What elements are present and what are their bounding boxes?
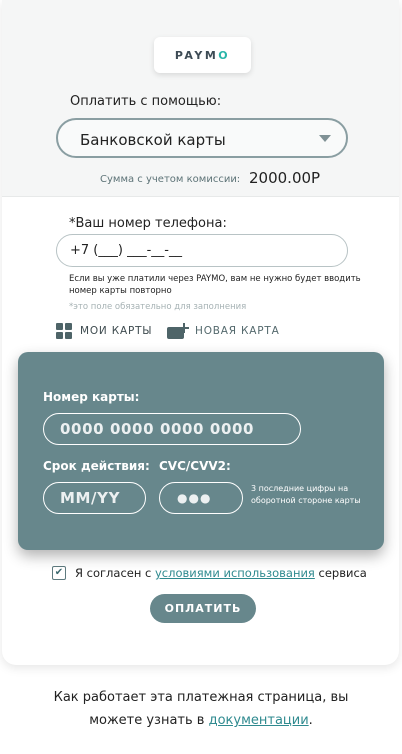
add-card-icon <box>167 323 189 339</box>
cvc-hint: 3 последние цифры на оборотной стороне к… <box>251 484 361 505</box>
card-number-input[interactable]: 0000 0000 0000 0000 <box>43 413 301 445</box>
pay-with-label: Оплатить с помощью: <box>70 94 222 109</box>
pay-button[interactable]: ОПЛАТИТЬ <box>150 594 256 623</box>
expiry-label: Срок действия: <box>43 459 150 473</box>
documentation-link[interactable]: документации <box>209 713 309 728</box>
card-details-panel: Номер карты: 0000 0000 0000 0000 Срок де… <box>18 352 384 550</box>
phone-input[interactable]: +7 (___) ___-__-__ <box>56 234 348 267</box>
grid-icon <box>56 323 72 339</box>
chevron-down-icon <box>319 135 331 142</box>
tab-new-card[interactable]: НОВАЯ КАРТА <box>167 323 280 339</box>
agreement-row: ✔ Я согласен с условиями использования с… <box>52 566 367 580</box>
total-amount: 2000.00Р <box>249 169 321 187</box>
tab-my-cards-label: МОИ КАРТЫ <box>80 325 153 337</box>
tab-new-card-label: НОВАЯ КАРТА <box>195 325 280 337</box>
tab-my-cards[interactable]: МОИ КАРТЫ <box>56 323 152 339</box>
required-note: *это поле обязательно для заполнения <box>69 302 247 312</box>
payment-method-value: Банковской карты <box>80 131 226 149</box>
expiry-input[interactable]: MM/YY <box>43 482 146 514</box>
checkmark-icon: ✔ <box>54 567 64 578</box>
payment-method-section: PAYMO Оплатить с помощью: Банковской кар… <box>2 0 399 197</box>
cvc-input[interactable]: ●●● <box>159 482 243 514</box>
cvc-label: CVC/CVV2: <box>159 459 231 473</box>
commission-label: Сумма с учетом комиссии: <box>100 174 241 185</box>
phone-hint: Если вы уже платили через PAYMO, вам не … <box>69 274 361 296</box>
payment-card: PAYMO Оплатить с помощью: Банковской кар… <box>2 0 399 665</box>
payment-method-select[interactable]: Банковской карты <box>56 118 348 158</box>
paymo-logo: PAYMO <box>154 37 251 73</box>
footer-text: Как работает эта платежная страница, вы … <box>53 690 349 728</box>
terms-link[interactable]: условиями использования <box>155 566 315 580</box>
phone-label: *Ваш номер телефона: <box>69 216 227 231</box>
card-number-label: Номер карты: <box>43 390 140 404</box>
logo-text: PAYMO <box>174 48 231 62</box>
agreement-checkbox[interactable]: ✔ <box>52 566 66 580</box>
agreement-text: Я согласен с условиями использования сер… <box>75 566 367 580</box>
